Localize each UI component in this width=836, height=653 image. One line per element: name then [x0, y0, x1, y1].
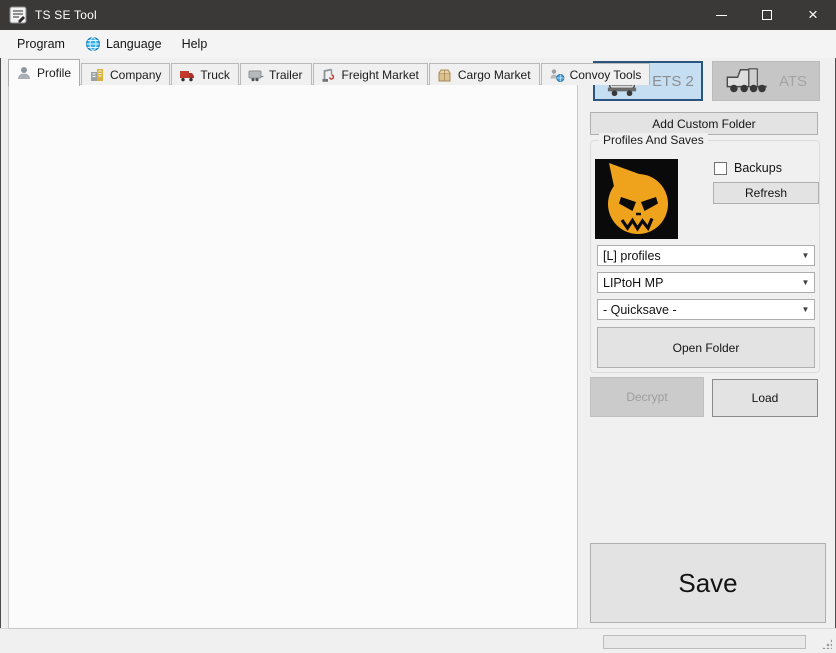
tab-cargo-market[interactable]: Cargo Market — [429, 63, 540, 85]
trailer-icon — [248, 67, 264, 83]
tab-convoy-tools[interactable]: Convoy Tools — [541, 63, 651, 85]
maximize-button[interactable] — [744, 0, 790, 30]
menu-item-language[interactable]: Language — [75, 31, 172, 57]
menu-item-help[interactable]: Help — [172, 32, 218, 56]
progress-bar — [603, 635, 806, 649]
app-window: TS SE Tool × ProgramLanguageHelp Profile… — [0, 0, 836, 653]
tab-strip: ProfileCompanyTruckTrailerFreight Market… — [8, 58, 651, 85]
menu-item-program[interactable]: Program — [7, 32, 75, 56]
profile-avatar — [595, 159, 678, 239]
ets2-label: ETS 2 — [652, 73, 694, 90]
chevron-down-icon: ▼ — [797, 251, 814, 260]
tab-company[interactable]: Company — [81, 63, 170, 85]
add-custom-folder-button[interactable]: Add Custom Folder — [590, 112, 818, 135]
profiles-group-label: Profiles And Saves — [599, 133, 708, 148]
ats-game-button[interactable]: ATS — [712, 61, 820, 101]
save-button[interactable]: Save — [590, 543, 826, 623]
decrypt-button[interactable]: Decrypt — [590, 377, 704, 417]
app-icon — [9, 6, 27, 24]
minimize-icon — [716, 15, 727, 16]
backups-checkbox[interactable] — [714, 162, 727, 175]
close-icon: × — [808, 6, 818, 23]
close-button[interactable]: × — [790, 0, 836, 30]
ats-label: ATS — [779, 73, 807, 90]
convoy-tools-icon — [549, 67, 565, 83]
profile-dropdown[interactable]: LIPtoH MP ▼ — [597, 272, 815, 293]
refresh-button[interactable]: Refresh — [713, 182, 819, 204]
tab-trailer[interactable]: Trailer — [240, 63, 312, 85]
company-icon — [89, 67, 105, 83]
minimize-button[interactable] — [698, 0, 744, 30]
profiles-dropdown-value: [L] profiles — [603, 249, 661, 263]
chevron-down-icon: ▼ — [797, 278, 814, 287]
save-dropdown[interactable]: - Quicksave - ▼ — [597, 299, 815, 320]
profile-dropdown-value: LIPtoH MP — [603, 276, 663, 290]
status-bar — [0, 628, 836, 653]
title-bar: TS SE Tool × — [0, 0, 836, 30]
truck-icon — [179, 67, 195, 83]
open-folder-button[interactable]: Open Folder — [597, 327, 815, 368]
cargo-market-icon — [437, 67, 453, 83]
tab-freight-market[interactable]: Freight Market — [313, 63, 428, 85]
globe-icon — [85, 36, 101, 52]
save-dropdown-value: - Quicksave - — [603, 303, 677, 317]
ats-truck-icon — [725, 66, 769, 96]
profiles-dropdown[interactable]: [L] profiles ▼ — [597, 245, 815, 266]
chevron-down-icon: ▼ — [797, 305, 814, 314]
maximize-icon — [762, 10, 772, 20]
profiles-and-saves-group: Profiles And Saves Backups Refresh [L] p… — [590, 140, 820, 373]
profile-icon — [16, 65, 32, 81]
profile-tab-page — [8, 84, 578, 629]
backups-option: Backups — [714, 161, 782, 175]
menu-bar: ProgramLanguageHelp — [0, 30, 836, 58]
tab-profile[interactable]: Profile — [8, 59, 80, 86]
freight-market-icon — [321, 67, 337, 83]
backups-label: Backups — [734, 161, 782, 175]
resize-grip[interactable] — [822, 639, 832, 649]
window-title: TS SE Tool — [35, 8, 97, 22]
tab-truck[interactable]: Truck — [171, 63, 239, 85]
load-button[interactable]: Load — [712, 379, 818, 417]
